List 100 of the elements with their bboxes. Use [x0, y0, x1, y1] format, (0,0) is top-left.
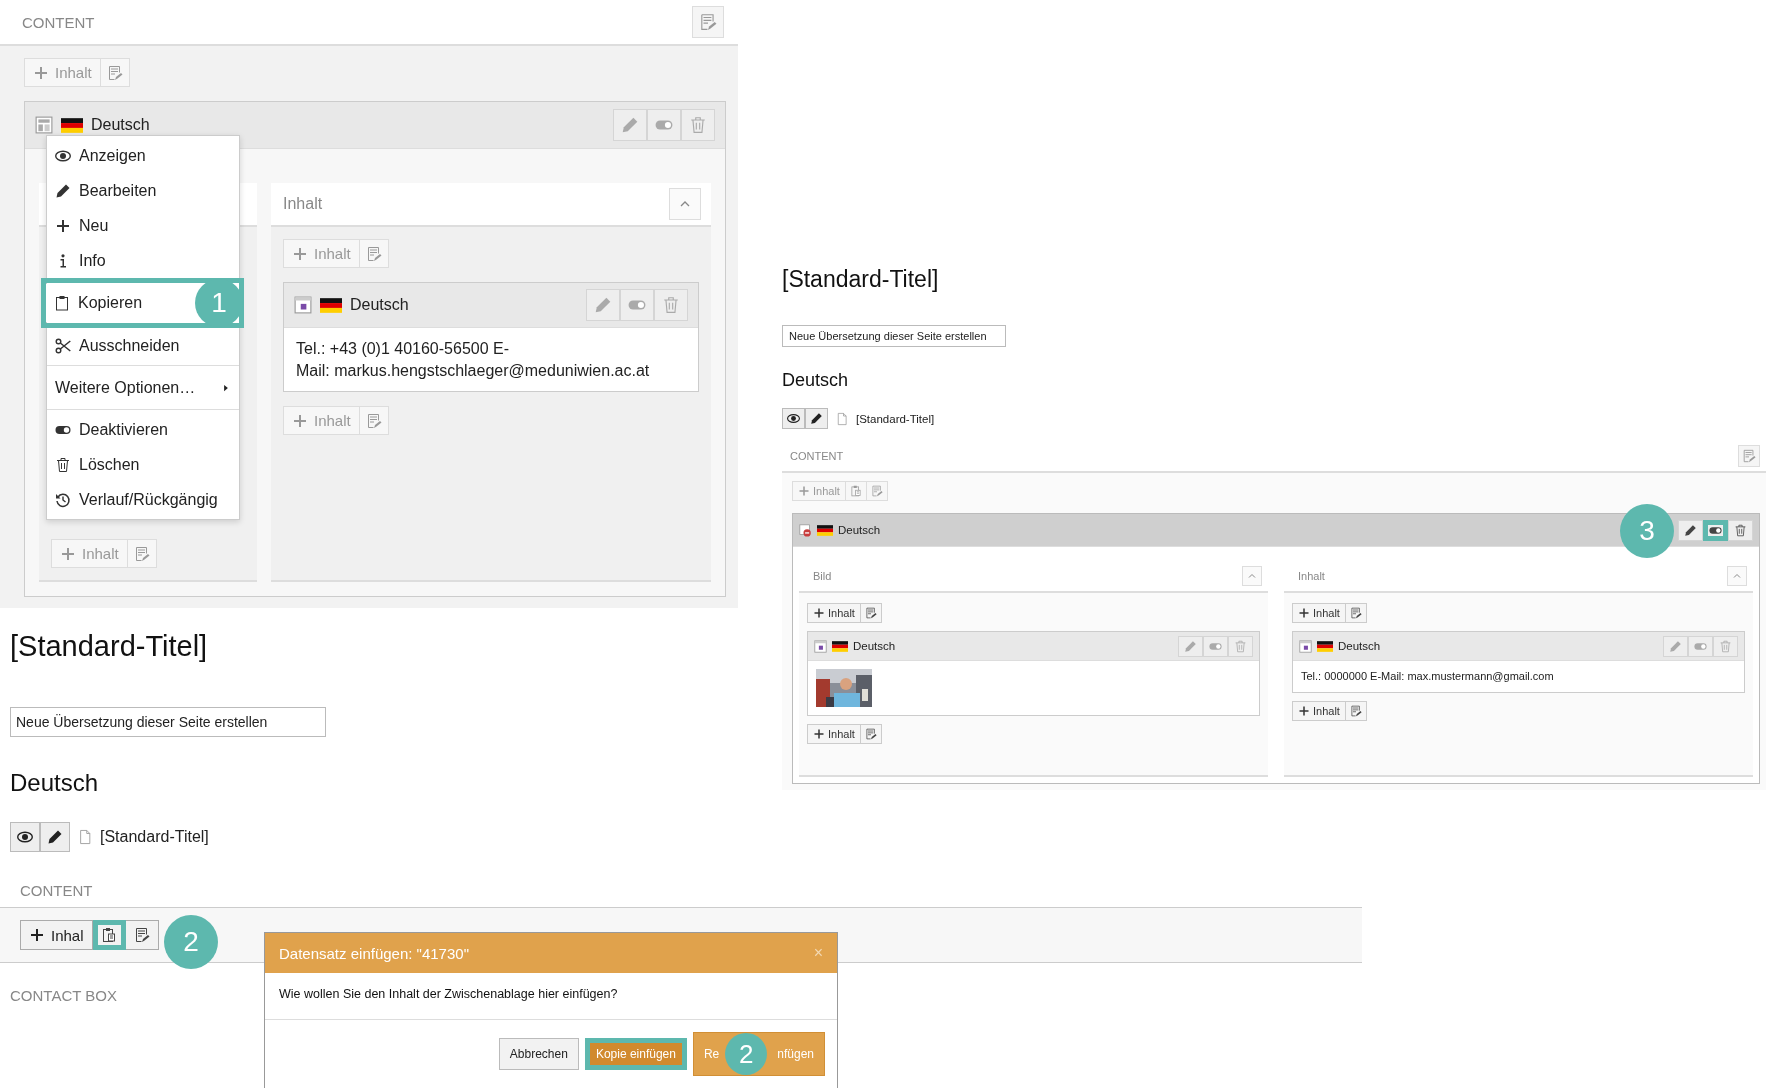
hidden-element-icon — [799, 523, 812, 537]
dialog-title: Datensatz einfügen: "41730" — [279, 944, 469, 962]
document-edit-icon — [699, 13, 717, 31]
pencil-icon — [594, 296, 612, 314]
step-badge: 2 — [725, 1033, 768, 1075]
edit-button[interactable] — [1678, 519, 1703, 541]
document-edit-icon — [864, 728, 877, 740]
trash-icon — [689, 116, 707, 134]
collapse-button[interactable] — [1242, 566, 1262, 586]
column-title: Inhalt — [1298, 570, 1325, 582]
flag-icon — [61, 117, 83, 133]
add-content-button[interactable]: Inhalt — [807, 724, 861, 744]
eye-icon — [787, 412, 800, 425]
element-language: Deutsch — [853, 640, 896, 652]
document-edit-icon — [133, 545, 150, 562]
menu-item[interactable]: Weitere Optionen… — [47, 368, 239, 407]
trash-icon — [1234, 639, 1247, 653]
toggle-visibility-button[interactable] — [647, 109, 681, 141]
add-content-button[interactable]: Inhal — [20, 920, 93, 950]
collapse-button[interactable] — [669, 188, 701, 220]
menu-item[interactable]: Bearbeiten — [47, 173, 239, 208]
element-language: Deutsch — [1338, 640, 1381, 652]
language-heading: Deutsch — [10, 769, 99, 797]
pencil-icon — [55, 183, 71, 199]
menu-item[interactable]: Löschen — [47, 447, 239, 482]
menu-item[interactable]: Anzeigen — [47, 138, 239, 173]
page-title: [Standard-Titel] — [782, 266, 939, 293]
content-element-icon — [294, 296, 312, 314]
delete-button[interactable] — [681, 109, 715, 141]
trash-icon — [1734, 523, 1747, 537]
plus-icon — [798, 485, 810, 497]
toggle-visibility-button[interactable] — [620, 289, 654, 321]
page-icon — [78, 828, 92, 846]
toggle-visibility-button[interactable] — [1203, 635, 1228, 657]
flag-icon — [832, 640, 848, 652]
element-language: Deutsch — [91, 116, 150, 134]
toggle-visibility-button[interactable] — [1703, 519, 1728, 541]
eye-icon — [55, 148, 71, 164]
paste-icon — [849, 485, 862, 497]
flag-icon — [1317, 640, 1333, 652]
menu-item[interactable]: Info — [47, 243, 239, 278]
plus-icon — [813, 728, 825, 740]
column-title: Inhalt — [283, 195, 323, 213]
page-link[interactable]: [Standard-Titel] — [856, 412, 935, 425]
document-edit-icon — [365, 245, 382, 262]
document-edit-icon — [1742, 449, 1756, 463]
view-button[interactable] — [782, 408, 805, 429]
dialog-message: Wie wollen Sie den Inhalt der Zwischenablage hier einfügen? — [265, 973, 837, 1020]
edit-page-button[interactable] — [805, 408, 828, 429]
plus-icon — [29, 927, 45, 943]
paste-button[interactable] — [92, 920, 126, 950]
wizard-button[interactable] — [1345, 700, 1367, 721]
document-edit-icon — [365, 412, 382, 429]
wizard-button[interactable] — [125, 920, 159, 950]
contact-text: Tel.: 0000000 E-Mail: max.mustermann@gmail.com — [1301, 670, 1554, 682]
translation-select[interactable]: Neue Übersetzung dieser Seite erstellen — [782, 325, 1006, 347]
clipboard-icon — [54, 295, 70, 311]
flag-icon — [817, 524, 833, 536]
trash-icon — [55, 457, 71, 473]
delete-button[interactable] — [1713, 635, 1738, 657]
translation-select[interactable]: Neue Übersetzung dieser Seite erstellen — [10, 707, 326, 737]
delete-button[interactable] — [654, 289, 688, 321]
column-title: Bild — [813, 570, 832, 582]
plus-icon — [292, 245, 308, 262]
document-edit-icon — [1349, 704, 1362, 717]
edit-page-button[interactable] — [40, 822, 70, 852]
view-button[interactable] — [10, 822, 40, 852]
language-heading: Deutsch — [782, 370, 849, 391]
dialog-button[interactable]: Abbrechen — [498, 1038, 579, 1070]
plus-icon — [813, 607, 825, 619]
pencil-icon — [1669, 639, 1682, 653]
pencil-icon — [810, 412, 823, 425]
section-title: CONTENT — [20, 881, 93, 899]
toggle-visibility-button[interactable] — [1688, 635, 1713, 657]
menu-item[interactable]: Deaktivieren — [47, 412, 239, 447]
collapse-button[interactable] — [1727, 566, 1747, 586]
contact-text: Tel.: +43 (0)1 40160-56500 E- — [296, 339, 511, 359]
section-title: CONTACT BOX — [9, 987, 117, 1004]
add-content-button[interactable]: Inhalt — [1292, 700, 1346, 721]
plus-icon — [1298, 607, 1310, 619]
plus-icon — [33, 64, 49, 81]
section-title: CONTENT — [22, 13, 95, 31]
element-language: Deutsch — [350, 296, 409, 314]
add-content-button[interactable]: Inhalt — [807, 603, 861, 623]
menu-item[interactable]: Ausschneiden — [47, 328, 239, 363]
scissors-icon — [55, 338, 71, 354]
document-edit-icon — [133, 927, 150, 943]
plus-icon — [55, 218, 71, 234]
menu-item[interactable]: Verlauf/Rückgängig — [47, 482, 239, 517]
plus-icon — [1298, 704, 1310, 717]
page-title: [Standard-Titel] — [10, 630, 208, 663]
page-link[interactable]: [Standard-Titel] — [100, 828, 209, 846]
add-content-button[interactable]: Inhalt — [1292, 603, 1346, 623]
element-language: Deutsch — [838, 524, 881, 536]
menu-item[interactable]: Neu — [47, 208, 239, 243]
delete-button[interactable] — [1228, 635, 1253, 657]
contact-text: Mail: markus.hengstschlaeger@meduniwien.ac.at — [296, 360, 651, 381]
plus-icon — [60, 545, 76, 562]
pencil-icon — [1184, 639, 1197, 653]
content-element-icon — [1299, 639, 1312, 653]
